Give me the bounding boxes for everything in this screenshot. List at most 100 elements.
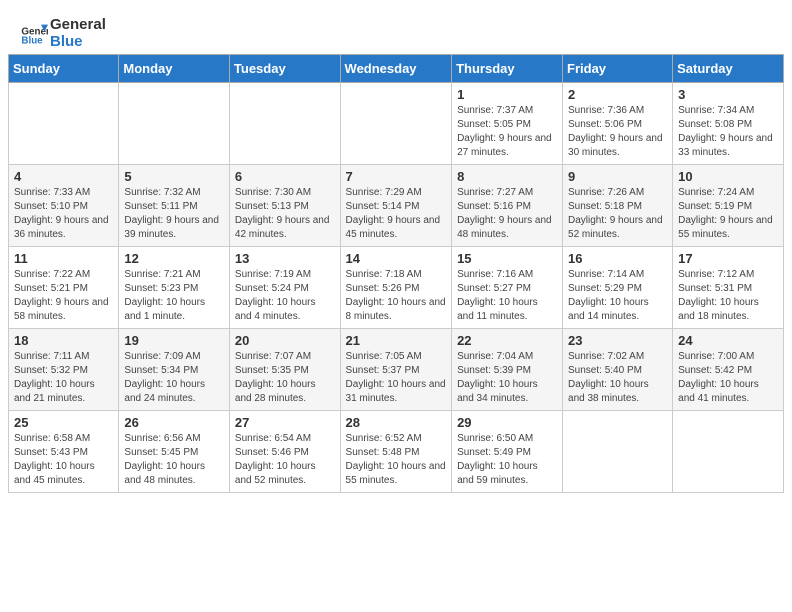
day-info: Sunrise: 7:19 AM Sunset: 5:24 PM Dayligh…: [235, 268, 335, 324]
day-info: Sunrise: 7:21 AM Sunset: 5:23 PM Dayligh…: [124, 268, 224, 324]
day-info: Sunrise: 7:00 AM Sunset: 5:42 PM Dayligh…: [678, 350, 778, 406]
day-number: 23: [568, 333, 667, 348]
day-number: 11: [14, 251, 113, 266]
day-number: 1: [457, 87, 557, 102]
calendar-table: SundayMondayTuesdayWednesdayThursdayFrid…: [8, 54, 784, 493]
day-info: Sunrise: 6:54 AM Sunset: 5:46 PM Dayligh…: [235, 432, 335, 488]
logo: General Blue General Blue: [20, 16, 106, 50]
day-info: Sunrise: 7:32 AM Sunset: 5:11 PM Dayligh…: [124, 186, 224, 242]
calendar-cell: 12 Sunrise: 7:21 AM Sunset: 5:23 PM Dayli…: [119, 247, 230, 329]
calendar-cell: 25 Sunrise: 6:58 AM Sunset: 5:43 PM Dayli…: [9, 411, 119, 493]
calendar-cell: 22Sunrise: 7:04 AM Sunset: 5:39 PM Dayli…: [452, 329, 563, 411]
calendar-cell: 9 Sunrise: 7:26 AM Sunset: 5:18 PM Daylig…: [563, 165, 673, 247]
day-info: Sunrise: 7:34 AM Sunset: 5:08 PM Dayligh…: [678, 104, 778, 160]
calendar-cell: [563, 411, 673, 493]
day-number: 25: [14, 415, 113, 430]
calendar-week-row: 18 Sunrise: 7:11 AM Sunset: 5:32 PM Dayli…: [9, 329, 784, 411]
calendar-cell: 28Sunrise: 6:52 AM Sunset: 5:48 PM Dayli…: [340, 411, 452, 493]
calendar-cell: [9, 83, 119, 165]
calendar-cell: 19Sunrise: 7:09 AM Sunset: 5:34 PM Dayli…: [119, 329, 230, 411]
svg-text:Blue: Blue: [21, 36, 43, 47]
day-number: 15: [457, 251, 557, 266]
calendar-cell: 29Sunrise: 6:50 AM Sunset: 5:49 PM Dayli…: [452, 411, 563, 493]
calendar-cell: 1 Sunrise: 7:37 AM Sunset: 5:05 PM Daylig…: [452, 83, 563, 165]
day-header-thursday: Thursday: [452, 55, 563, 83]
day-number: 8: [457, 169, 557, 184]
calendar-cell: 2 Sunrise: 7:36 AM Sunset: 5:06 PM Daylig…: [563, 83, 673, 165]
calendar-cell: 24 Sunrise: 7:00 AM Sunset: 5:42 PM Dayli…: [673, 329, 784, 411]
day-info: Sunrise: 6:58 AM Sunset: 5:43 PM Dayligh…: [14, 432, 113, 488]
day-info: Sunrise: 7:18 AM Sunset: 5:26 PM Dayligh…: [346, 268, 447, 324]
calendar-cell: 7Sunrise: 7:29 AM Sunset: 5:14 PM Daylig…: [340, 165, 452, 247]
day-info: Sunrise: 7:14 AM Sunset: 5:29 PM Dayligh…: [568, 268, 667, 324]
calendar-cell: 15 Sunrise: 7:16 AM Sunset: 5:27 PM Dayli…: [452, 247, 563, 329]
calendar-week-row: 4Sunrise: 7:33 AM Sunset: 5:10 PM Daylig…: [9, 165, 784, 247]
calendar-cell: 13 Sunrise: 7:19 AM Sunset: 5:24 PM Dayli…: [229, 247, 340, 329]
day-number: 13: [235, 251, 335, 266]
calendar-cell: [340, 83, 452, 165]
calendar-week-row: 11 Sunrise: 7:22 AM Sunset: 5:21 PM Dayli…: [9, 247, 784, 329]
day-info: Sunrise: 7:16 AM Sunset: 5:27 PM Dayligh…: [457, 268, 557, 324]
calendar-week-row: 25 Sunrise: 6:58 AM Sunset: 5:43 PM Dayli…: [9, 411, 784, 493]
calendar-cell: 27Sunrise: 6:54 AM Sunset: 5:46 PM Dayli…: [229, 411, 340, 493]
calendar-cell: 4Sunrise: 7:33 AM Sunset: 5:10 PM Daylig…: [9, 165, 119, 247]
calendar-cell: 18 Sunrise: 7:11 AM Sunset: 5:32 PM Dayli…: [9, 329, 119, 411]
calendar-cell: 17 Sunrise: 7:12 AM Sunset: 5:31 PM Dayli…: [673, 247, 784, 329]
day-number: 5: [124, 169, 224, 184]
day-info: Sunrise: 7:05 AM Sunset: 5:37 PM Dayligh…: [346, 350, 447, 406]
day-info: Sunrise: 6:52 AM Sunset: 5:48 PM Dayligh…: [346, 432, 447, 488]
day-info: Sunrise: 7:04 AM Sunset: 5:39 PM Dayligh…: [457, 350, 557, 406]
day-info: Sunrise: 7:12 AM Sunset: 5:31 PM Dayligh…: [678, 268, 778, 324]
day-number: 14: [346, 251, 447, 266]
calendar-cell: 26 Sunrise: 6:56 AM Sunset: 5:45 PM Dayli…: [119, 411, 230, 493]
day-info: Sunrise: 7:24 AM Sunset: 5:19 PM Dayligh…: [678, 186, 778, 242]
day-number: 26: [124, 415, 224, 430]
day-number: 24: [678, 333, 778, 348]
logo-general: General: [50, 16, 106, 33]
day-number: 16: [568, 251, 667, 266]
day-info: Sunrise: 7:36 AM Sunset: 5:06 PM Dayligh…: [568, 104, 667, 160]
page-header: General Blue General Blue: [0, 0, 792, 54]
calendar-cell: 5 Sunrise: 7:32 AM Sunset: 5:11 PM Daylig…: [119, 165, 230, 247]
day-number: 12: [124, 251, 224, 266]
day-number: 7: [346, 169, 447, 184]
calendar-cell: 6Sunrise: 7:30 AM Sunset: 5:13 PM Daylig…: [229, 165, 340, 247]
calendar-cell: 23 Sunrise: 7:02 AM Sunset: 5:40 PM Dayli…: [563, 329, 673, 411]
calendar-cell: 14 Sunrise: 7:18 AM Sunset: 5:26 PM Dayli…: [340, 247, 452, 329]
day-header-tuesday: Tuesday: [229, 55, 340, 83]
calendar-cell: 21 Sunrise: 7:05 AM Sunset: 5:37 PM Dayli…: [340, 329, 452, 411]
day-info: Sunrise: 7:11 AM Sunset: 5:32 PM Dayligh…: [14, 350, 113, 406]
calendar-cell: 11 Sunrise: 7:22 AM Sunset: 5:21 PM Dayli…: [9, 247, 119, 329]
day-number: 20: [235, 333, 335, 348]
day-info: Sunrise: 7:37 AM Sunset: 5:05 PM Dayligh…: [457, 104, 557, 160]
logo-icon: General Blue: [20, 19, 48, 47]
day-header-sunday: Sunday: [9, 55, 119, 83]
day-number: 3: [678, 87, 778, 102]
calendar-cell: [229, 83, 340, 165]
day-number: 4: [14, 169, 113, 184]
day-header-saturday: Saturday: [673, 55, 784, 83]
day-info: Sunrise: 7:02 AM Sunset: 5:40 PM Dayligh…: [568, 350, 667, 406]
calendar-cell: [673, 411, 784, 493]
logo-blue: Blue: [50, 33, 106, 50]
day-number: 2: [568, 87, 667, 102]
day-number: 21: [346, 333, 447, 348]
day-header-wednesday: Wednesday: [340, 55, 452, 83]
calendar-wrapper: SundayMondayTuesdayWednesdayThursdayFrid…: [0, 54, 792, 501]
day-number: 18: [14, 333, 113, 348]
calendar-cell: 16 Sunrise: 7:14 AM Sunset: 5:29 PM Dayli…: [563, 247, 673, 329]
day-number: 17: [678, 251, 778, 266]
day-info: Sunrise: 6:56 AM Sunset: 5:45 PM Dayligh…: [124, 432, 224, 488]
day-header-monday: Monday: [119, 55, 230, 83]
day-info: Sunrise: 7:22 AM Sunset: 5:21 PM Dayligh…: [14, 268, 113, 324]
day-header-friday: Friday: [563, 55, 673, 83]
day-info: Sunrise: 7:30 AM Sunset: 5:13 PM Dayligh…: [235, 186, 335, 242]
day-number: 9: [568, 169, 667, 184]
day-number: 29: [457, 415, 557, 430]
day-number: 10: [678, 169, 778, 184]
day-info: Sunrise: 7:07 AM Sunset: 5:35 PM Dayligh…: [235, 350, 335, 406]
calendar-cell: 10 Sunrise: 7:24 AM Sunset: 5:19 PM Dayli…: [673, 165, 784, 247]
day-info: Sunrise: 7:27 AM Sunset: 5:16 PM Dayligh…: [457, 186, 557, 242]
day-info: Sunrise: 7:26 AM Sunset: 5:18 PM Dayligh…: [568, 186, 667, 242]
calendar-cell: [119, 83, 230, 165]
